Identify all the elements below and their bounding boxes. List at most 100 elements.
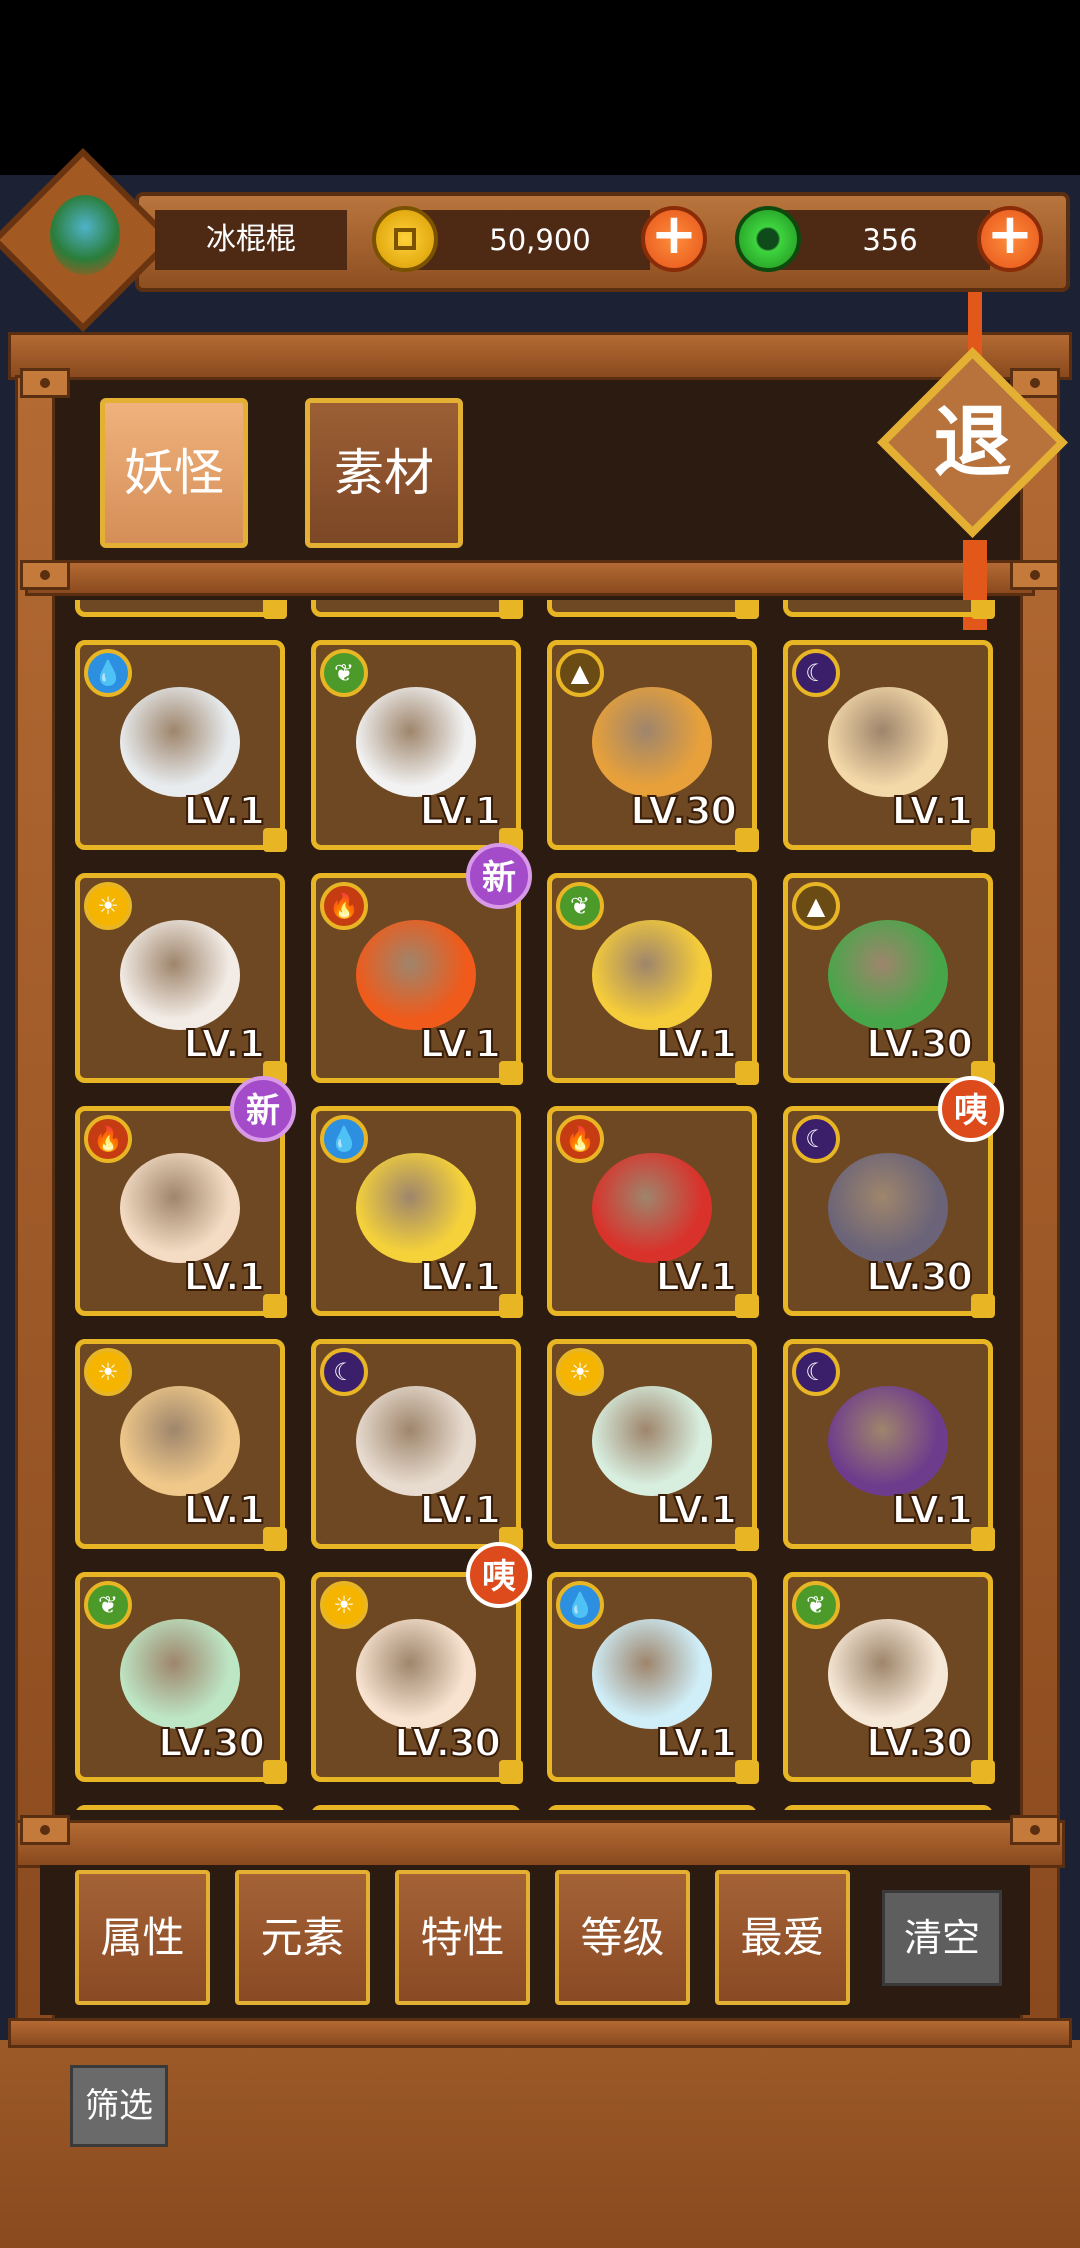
yarn-ball-monster [592, 1153, 712, 1263]
monster-card-partial[interactable] [547, 600, 759, 619]
shelf-right-post [1020, 375, 1060, 2025]
monster-level: LV.30 [865, 1021, 974, 1067]
sun-icon: ☀ [556, 1348, 604, 1396]
monster-level: LV.30 [157, 1720, 266, 1766]
monster-level: LV.30 [865, 1254, 974, 1300]
alert-badge: 咦 [938, 1076, 1004, 1142]
moon-icon: ☾ [792, 1115, 840, 1163]
monster-level: LV.1 [183, 1487, 266, 1533]
sun-icon: ☀ [84, 882, 132, 930]
monster-card-partial[interactable] [311, 600, 523, 619]
new-badge: 新 [230, 1076, 296, 1142]
monster-card-partial[interactable] [783, 1805, 993, 1810]
monster-card[interactable]: ❦ LV.1 [311, 640, 523, 852]
watermelon-monster [828, 920, 948, 1030]
leaf-icon: ❦ [320, 649, 368, 697]
monster-card-partial[interactable] [783, 600, 995, 619]
bolt [1010, 1815, 1060, 1845]
monster-card[interactable]: 🔥 LV.1 [547, 1106, 759, 1318]
monster-level: LV.1 [183, 788, 266, 834]
moon-icon: ☾ [320, 1348, 368, 1396]
mountain-icon: ▲ [792, 882, 840, 930]
monster-card[interactable]: ▲ LV.30 [783, 873, 995, 1085]
monster-card[interactable]: ☾ LV.1 [783, 640, 995, 852]
tab-materials[interactable]: 素材 [305, 398, 463, 548]
monster-card-partial[interactable] [75, 600, 287, 619]
sun-icon: ☀ [84, 1348, 132, 1396]
monster-card-partial[interactable] [311, 1805, 521, 1810]
chick-cannon-monster [356, 1153, 476, 1263]
leaf-icon: ❦ [556, 882, 604, 930]
monster-level: LV.30 [629, 788, 738, 834]
monster-card-partial[interactable] [547, 1805, 757, 1810]
fire-icon: 🔥 [556, 1115, 604, 1163]
flame-monster [356, 920, 476, 1030]
monster-card[interactable]: ▲ LV.30 [547, 640, 759, 852]
bolt [20, 560, 70, 590]
water-drop-icon: 💧 [84, 649, 132, 697]
new-badge: 新 [466, 843, 532, 909]
monster-card[interactable]: 💧 LV.1 [75, 640, 287, 852]
add-coins-button[interactable]: + [641, 206, 707, 272]
eggplant-monster [828, 1386, 948, 1496]
filter-level-button[interactable]: 等级 [555, 1870, 690, 2005]
egg-bat-monster [120, 1153, 240, 1263]
moon-icon: ☾ [792, 1348, 840, 1396]
xiangqi-piece-monster [120, 1386, 240, 1496]
monster-card[interactable]: ☾ LV.1 [311, 1339, 523, 1551]
filter-favorite-button[interactable]: 最爱 [715, 1870, 850, 2005]
fire-icon: 🔥 [84, 1115, 132, 1163]
coin-icon [372, 206, 438, 272]
bolt [1010, 560, 1060, 590]
monster-card[interactable]: ☀ LV.1 [75, 1339, 287, 1551]
filter-toggle-button[interactable]: 筛选 [70, 2065, 168, 2147]
monster-card[interactable]: 💧 LV.1 [311, 1106, 523, 1318]
monster-card[interactable]: 💧 LV.1 [547, 1572, 759, 1784]
cabbage-spirit-monster [120, 1619, 240, 1729]
clear-filters-button[interactable]: 清空 [882, 1890, 1002, 1986]
cat-on-leaf-monster [356, 687, 476, 797]
corn-monster [592, 920, 712, 1030]
moon-icon: ☾ [792, 649, 840, 697]
shelf-left-post [15, 375, 55, 2025]
monster-level: LV.1 [419, 1021, 502, 1067]
monster-card-partial[interactable] [75, 1805, 285, 1810]
filter-trait-button[interactable]: 特性 [395, 1870, 530, 2005]
monster-level: LV.1 [419, 788, 502, 834]
coin-amount: 50,900 [489, 223, 591, 257]
scholar-monster [828, 687, 948, 797]
monster-card[interactable]: ❦ LV.30 [75, 1572, 287, 1784]
monster-card[interactable]: ☀ LV.1 [75, 873, 287, 1085]
lily-spirit-monster [828, 1619, 948, 1729]
water-drop-icon: 💧 [320, 1115, 368, 1163]
monster-level: LV.1 [891, 1487, 974, 1533]
exit-label[interactable]: 退 [905, 388, 1040, 498]
filter-attribute-button[interactable]: 属性 [75, 1870, 210, 2005]
fire-icon: 🔥 [320, 882, 368, 930]
chess-piece-monster [828, 1153, 948, 1263]
tab-monsters[interactable]: 妖怪 [100, 398, 248, 548]
sun-icon: ☀ [320, 1581, 368, 1629]
monster-level: LV.1 [891, 788, 974, 834]
bubble-monster [592, 1619, 712, 1729]
monster-level: LV.30 [865, 1720, 974, 1766]
filter-element-button[interactable]: 元素 [235, 1870, 370, 2005]
monster-card[interactable]: ☾ LV.1 [783, 1339, 995, 1551]
shelf-tab-plank [25, 560, 1035, 596]
monster-card[interactable]: ❦ LV.1 [547, 873, 759, 1085]
monster-level: LV.30 [393, 1720, 502, 1766]
player-name: 冰棍棍 [206, 222, 296, 257]
filter-bar-plank [15, 1820, 1065, 1868]
gem-amount: 356 [862, 223, 918, 257]
mountain-icon: ▲ [556, 649, 604, 697]
crate-monster [592, 1386, 712, 1496]
ginkgo-branch-monster [592, 687, 712, 797]
monster-card[interactable]: ☀ LV.1 [547, 1339, 759, 1551]
bolt [20, 1815, 70, 1845]
leaf-icon: ❦ [84, 1581, 132, 1629]
add-gems-button[interactable]: + [977, 206, 1043, 272]
monster-grid: 💧 LV.1 ❦ LV.1 ▲ LV.30 ☾ LV.1 ☀ LV.1 🔥 LV.1 新 ❦ LV.1 ▲ LV… [75, 600, 1010, 1810]
water-drop-icon: 💧 [556, 1581, 604, 1629]
monster-card[interactable]: ❦ LV.30 [783, 1572, 995, 1784]
bottom-panel-edge [8, 2018, 1072, 2048]
